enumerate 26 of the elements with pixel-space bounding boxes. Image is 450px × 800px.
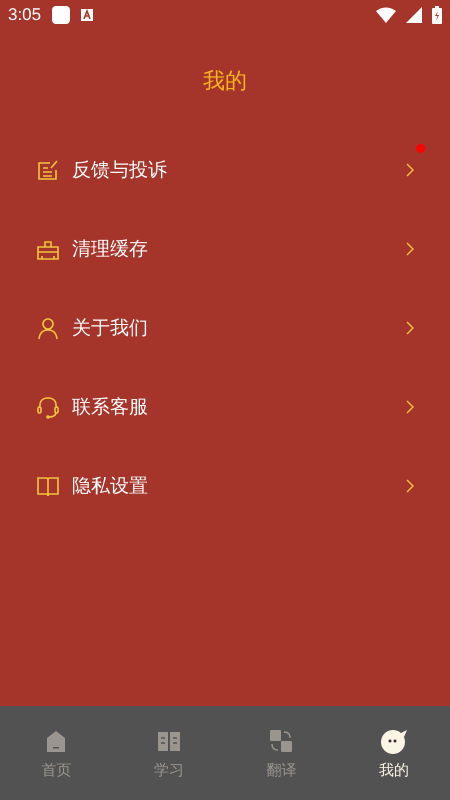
menu-label: 关于我们: [72, 316, 149, 340]
chevron-right-icon: [406, 400, 414, 414]
app-notification-icon: [81, 9, 94, 21]
person-icon: [36, 316, 60, 340]
menu-label: 隐私设置: [72, 474, 149, 498]
edit-icon: [36, 158, 60, 182]
battery-icon: [432, 6, 442, 24]
menu-label: 联系客服: [72, 394, 149, 420]
wifi-icon: [376, 7, 396, 23]
menu-item[interactable]: 隐私设置: [0, 446, 450, 525]
chevron-right-icon: [406, 242, 414, 256]
status-time: 3:05: [8, 5, 42, 25]
menu-label: 反馈与投诉: [72, 158, 168, 182]
signal-icon: [406, 7, 422, 23]
chevron-right-icon: [406, 320, 414, 334]
chevron-right-icon: [406, 478, 414, 492]
menu-item[interactable]: 反馈与投诉: [0, 130, 450, 209]
menu-item[interactable]: 联系客服: [0, 367, 450, 446]
menu-item[interactable]: 清理缓存: [0, 209, 450, 288]
menu-label: 清理缓存: [72, 236, 149, 262]
page-title: 我的: [203, 68, 247, 96]
chevron-right-icon: [406, 162, 414, 176]
menu-item[interactable]: 关于我们: [0, 288, 450, 367]
headset-icon: [36, 394, 60, 418]
tab[interactable]: 我的: [338, 706, 450, 800]
app-notification-icon: [51, 5, 72, 25]
